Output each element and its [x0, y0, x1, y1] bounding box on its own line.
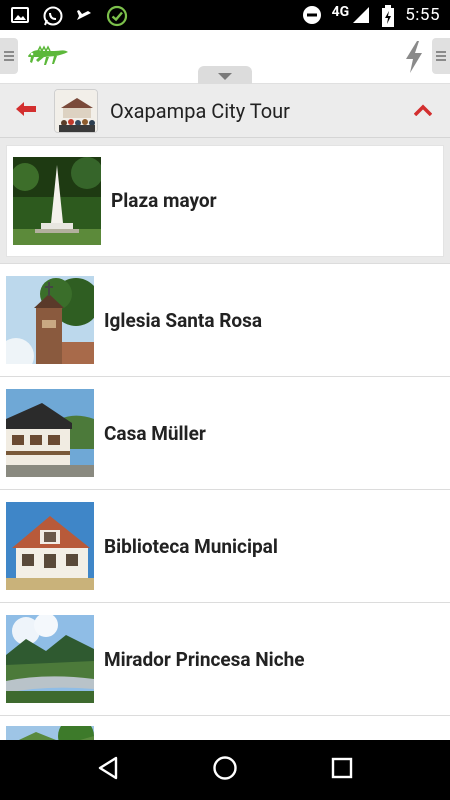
status-left-icons — [10, 5, 128, 27]
right-drawer-handle[interactable] — [432, 38, 450, 74]
airplane-like-icon — [74, 5, 94, 25]
list-item[interactable]: Biblioteca Municipal — [0, 490, 450, 603]
top-toolbar — [0, 30, 450, 84]
list-item[interactable]: Plaza mayor — [0, 138, 450, 264]
list-item-thumbnail — [6, 276, 94, 364]
nav-home-button[interactable] — [195, 740, 255, 800]
list-item[interactable]: Casa Müller — [0, 377, 450, 490]
network-type: 4G — [331, 4, 350, 20]
list-item-label: Plaza mayor — [111, 189, 217, 212]
tour-thumbnail — [54, 88, 98, 133]
list-item-label: Casa Müller — [104, 421, 206, 445]
iguana-logo-icon[interactable] — [24, 40, 70, 72]
nav-back-icon — [97, 756, 119, 784]
list-item-label: Iglesia Santa Rosa — [104, 308, 263, 332]
nav-recents-icon — [331, 757, 353, 783]
list-item[interactable]: Mirador Princesa Niche — [0, 603, 450, 716]
list-item-card: Plaza mayor — [6, 144, 444, 257]
nav-recents-button[interactable] — [312, 740, 372, 800]
menu-handle-icon — [436, 47, 446, 66]
list-item-thumbnail — [6, 389, 94, 477]
status-bar: 4G 5:55 — [0, 0, 450, 30]
clock-time: 5:55 — [405, 5, 440, 25]
list-item-thumbnail — [6, 502, 94, 590]
list-item-thumbnail — [13, 156, 101, 245]
list-item-thumbnail — [6, 726, 94, 740]
list-item[interactable] — [0, 716, 450, 740]
back-button[interactable] — [0, 84, 54, 138]
tour-title-bar: Oxapampa City Tour — [0, 84, 450, 138]
stop-list: Plaza mayor Iglesia Santa Rosa Casa Müll… — [0, 138, 450, 740]
do-not-disturb-icon — [302, 5, 322, 25]
back-arrow-icon — [16, 101, 38, 120]
check-circle-icon — [106, 5, 128, 27]
nav-home-icon — [212, 755, 238, 785]
signal-icon — [351, 5, 371, 25]
menu-handle-icon — [4, 47, 14, 66]
collapse-button[interactable] — [396, 84, 450, 138]
list-item-thumbnail — [6, 615, 94, 703]
battery-charging-icon — [381, 5, 395, 27]
list-item-label: Mirador Princesa Niche — [104, 647, 305, 671]
tour-title: Oxapampa City Tour — [110, 98, 290, 123]
lightning-icon[interactable] — [402, 39, 426, 75]
pull-down-tab[interactable] — [198, 66, 252, 84]
system-nav-bar — [0, 740, 450, 800]
status-right-icons: 4G 5:55 — [302, 4, 440, 27]
list-item[interactable]: Iglesia Santa Rosa — [0, 264, 450, 377]
left-drawer-handle[interactable] — [0, 38, 18, 74]
chevron-up-icon — [413, 101, 433, 120]
whatsapp-icon — [42, 5, 63, 26]
image-icon — [10, 5, 30, 25]
chevron-down-icon — [218, 66, 232, 85]
list-item-label: Biblioteca Municipal — [104, 534, 278, 558]
nav-back-button[interactable] — [78, 740, 138, 800]
